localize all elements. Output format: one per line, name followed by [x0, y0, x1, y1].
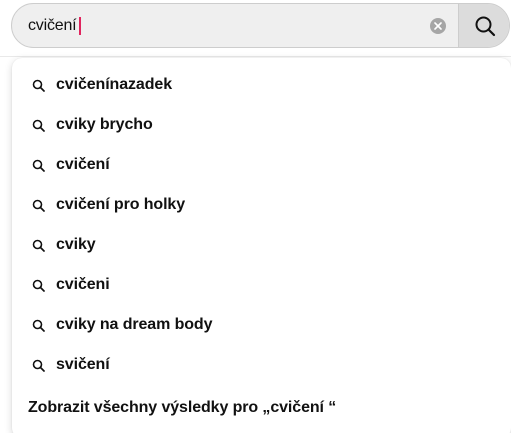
suggestion-label: cvičeni: [56, 276, 110, 293]
suggestion-label: cviky brycho: [56, 116, 153, 133]
search-icon: [31, 158, 45, 172]
search-icon: [31, 78, 45, 92]
suggestion-label: cvičenínazadek: [56, 76, 172, 93]
header-divider: [0, 56, 511, 57]
search-input[interactable]: cvičení: [12, 4, 458, 47]
search-icon: [31, 358, 45, 372]
suggestion-label: cviky: [56, 236, 96, 253]
suggestion-item[interactable]: cvičenínazadek: [12, 65, 511, 105]
search-icon: [31, 238, 45, 252]
suggestion-item[interactable]: cvičení pro holky: [12, 185, 511, 225]
suggestion-label: cviky na dream body: [56, 316, 213, 333]
suggestion-item[interactable]: cviky: [12, 225, 511, 265]
suggestions-dropdown: cvičenínazadek cviky brycho cvičení cvič…: [12, 58, 511, 433]
clear-search-button[interactable]: [430, 18, 446, 34]
search-icon: [475, 16, 495, 36]
search-icon: [31, 318, 45, 332]
search-bar: cvičení: [11, 3, 510, 48]
text-caret: [79, 16, 81, 35]
suggestion-item[interactable]: cviky brycho: [12, 105, 511, 145]
search-page: cvičení cvičenínazadek cviky brycho cvič…: [0, 0, 511, 433]
search-icon: [31, 118, 45, 132]
suggestion-item[interactable]: svičení: [12, 345, 511, 385]
search-submit-button[interactable]: [458, 4, 509, 47]
clear-circle-icon: [434, 22, 442, 30]
suggestion-label: cvičení: [56, 156, 110, 173]
suggestion-label: svičení: [56, 356, 110, 373]
search-icon: [31, 198, 45, 212]
search-icon: [31, 278, 45, 292]
search-input-value: cvičení: [28, 16, 77, 34]
suggestion-item[interactable]: cviky na dream body: [12, 305, 511, 345]
suggestion-item[interactable]: cvičeni: [12, 265, 511, 305]
show-all-results-link[interactable]: Zobrazit všechny výsledky pro „cvičení “: [28, 399, 336, 417]
suggestion-item[interactable]: cvičení: [12, 145, 511, 185]
suggestion-label: cvičení pro holky: [56, 196, 186, 213]
